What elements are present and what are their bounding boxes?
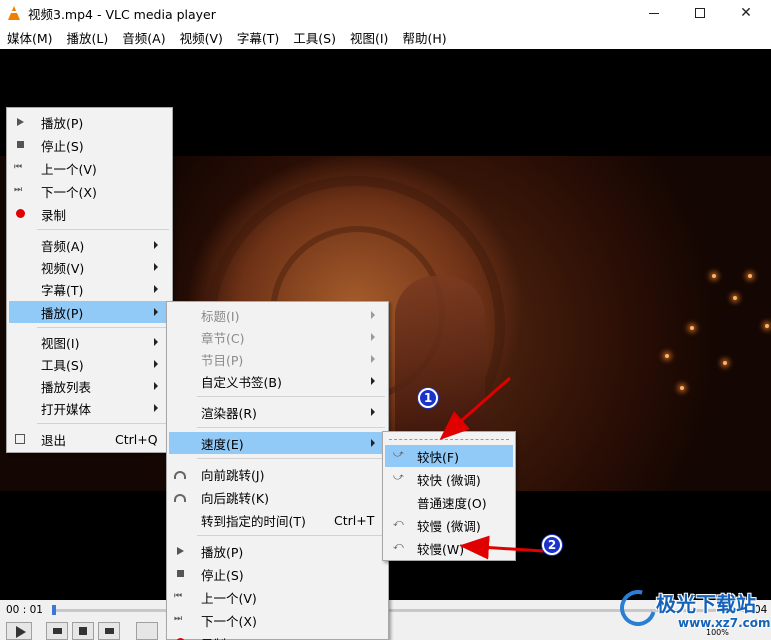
volume-label: 100% (706, 628, 729, 637)
arrow-to-faster (439, 376, 511, 440)
callout-badge: 1 (418, 388, 438, 408)
arrow-to-slower (459, 535, 544, 560)
callout-badge: 2 (542, 535, 562, 555)
watermark-name: 极光下载站 (656, 592, 756, 616)
annotation-arrows (439, 376, 544, 560)
watermark: 极光下载站 www.xz7.com (612, 583, 771, 636)
